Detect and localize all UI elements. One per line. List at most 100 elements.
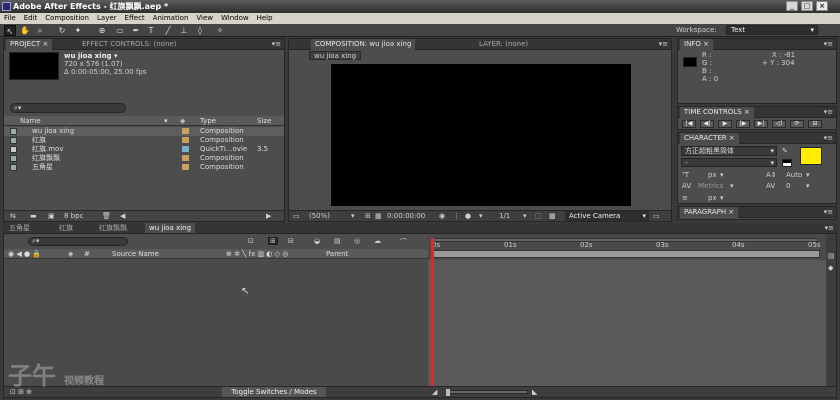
frame-blending-icon[interactable]: ▤ (334, 237, 341, 245)
font-size-unit[interactable]: px (708, 171, 717, 179)
text-tool-icon[interactable]: T (145, 25, 157, 36)
mask-tool-icon[interactable]: ▭ (114, 25, 126, 36)
tab-paragraph[interactable]: PARAGRAPH × (680, 207, 739, 218)
bit-depth-label[interactable]: 8 bpc (64, 212, 83, 220)
tab-composition[interactable]: COMPOSITION: wu jioa xing (311, 39, 416, 50)
minimize-button[interactable]: _ (786, 1, 798, 11)
panel-menu-icon[interactable]: ▾≡ (272, 40, 281, 49)
work-area-bar[interactable] (432, 250, 820, 258)
first-frame-button[interactable]: |◀ (682, 120, 696, 128)
menu-edit[interactable]: Edit (20, 13, 42, 24)
brainstorm-icon[interactable]: ☁ (374, 237, 381, 245)
hand-tool-icon[interactable]: ✋ (19, 25, 31, 36)
resolution-dropdown[interactable]: 1/1 (499, 212, 510, 220)
show-snapshot-icon[interactable]: ⋮ (453, 212, 460, 220)
view-layout-icon[interactable]: ▭ (653, 212, 660, 220)
fill-color-swatch[interactable] (800, 147, 822, 165)
timeline-track-area[interactable] (428, 260, 826, 386)
layer-number-icon[interactable]: # (84, 249, 90, 259)
menu-view[interactable]: View (192, 13, 217, 24)
audio-button[interactable]: ◁) (772, 120, 786, 128)
column-type[interactable]: Type (200, 116, 216, 126)
timeline-zoom-slider[interactable] (448, 390, 528, 394)
camera-view-dropdown[interactable]: Active Camera ▾ (565, 211, 649, 221)
time-ruler[interactable]: 0s 01s 02s 03s 04s 05s (428, 234, 826, 260)
brush-tool-icon[interactable]: ╱ (162, 25, 174, 36)
delete-icon[interactable]: 🗑 (102, 212, 111, 220)
zoom-tool-icon[interactable]: ⌕ (34, 25, 46, 36)
label-swatch[interactable] (182, 137, 189, 143)
tab-character[interactable]: CHARACTER × (680, 133, 739, 144)
menu-window[interactable]: Window (217, 13, 253, 24)
font-family-dropdown[interactable]: 方正超粗黑简体 ▾ (681, 146, 777, 156)
magnification-dropdown[interactable]: (50%) (309, 212, 330, 220)
list-item[interactable]: 红旗飘飘 Composition (4, 154, 284, 163)
ram-preview-button[interactable]: ⊟ (808, 120, 822, 128)
eraser-tool-icon[interactable]: ◊ (194, 25, 206, 36)
current-time-display[interactable]: 0:00:00:00 (387, 212, 425, 220)
scroll-left-icon[interactable]: ◀ (120, 212, 125, 220)
title-safe-icon[interactable]: ⊞ (365, 212, 371, 220)
black-white-swatch[interactable] (782, 159, 792, 167)
selection-tool-icon[interactable]: ↖ (4, 25, 16, 36)
close-window-button[interactable]: × (816, 1, 828, 11)
composition-viewer[interactable] (331, 64, 631, 206)
stroke-width-unit[interactable]: px (708, 194, 717, 202)
graph-editor-icon[interactable]: ⌒ (400, 237, 407, 247)
interpret-footage-icon[interactable]: ⇆ (10, 212, 16, 220)
new-folder-icon[interactable]: ▬ (30, 212, 37, 220)
live-update-icon[interactable]: ⊞ (268, 237, 278, 245)
leading-value[interactable]: Auto (786, 171, 802, 179)
zoom-in-icon[interactable]: ◣ (532, 388, 537, 396)
selected-item-name[interactable]: wu jioa xing ▾ (64, 52, 118, 60)
column-source-name[interactable]: Source Name (112, 249, 159, 259)
always-preview-icon[interactable]: ▭ (293, 212, 300, 220)
previous-frame-button[interactable]: ◀| (700, 120, 714, 128)
tab-timeline-wu-jioa-xing[interactable]: wu jioa xing (145, 223, 196, 233)
draft-3d-icon[interactable]: ⊟ (288, 237, 294, 245)
column-size[interactable]: Size (257, 116, 271, 126)
panel-menu-icon[interactable]: ▾≡ (825, 224, 834, 233)
clone-stamp-tool-icon[interactable]: ⊥ (178, 25, 190, 36)
label-swatch[interactable] (182, 146, 189, 152)
next-frame-button[interactable]: |▶ (736, 120, 750, 128)
menu-animation[interactable]: Animation (149, 13, 193, 24)
transparency-grid-icon[interactable]: ▩ (549, 212, 556, 220)
tab-timeline-hongqipiaopiao[interactable]: 红旗飘飘 (95, 223, 131, 233)
pan-behind-tool-icon[interactable]: ⊕ (96, 25, 108, 36)
list-item[interactable]: 红旗.mov QuickTi...ovie 3.5 (4, 145, 284, 154)
label-swatch[interactable] (182, 155, 189, 161)
timeline-search-input[interactable]: ⌕▾ (28, 237, 128, 246)
menu-layer[interactable]: Layer (93, 13, 121, 24)
motion-blur-icon[interactable]: ◎ (354, 237, 360, 245)
zoom-out-icon[interactable]: ◢ (432, 388, 437, 396)
tracking-value[interactable]: 0 (786, 182, 790, 190)
kerning-value[interactable]: Metrics (698, 182, 723, 190)
menu-effect[interactable]: Effect (121, 13, 149, 24)
puppet-tool-icon[interactable]: ✧ (214, 25, 226, 36)
column-name[interactable]: Name (20, 116, 41, 126)
hide-shy-layers-icon[interactable]: ◒ (314, 237, 320, 245)
toggle-switches-modes-button[interactable]: Toggle Switches / Modes (222, 387, 326, 397)
comp-mini-flowchart-icon[interactable]: ⊡ (248, 237, 254, 245)
scroll-right-icon[interactable]: ▶ (266, 212, 271, 220)
mask-visibility-icon[interactable]: ▦ (375, 212, 382, 220)
layer-list-area[interactable] (4, 260, 428, 386)
current-time-indicator[interactable] (431, 238, 434, 386)
label-column-icon[interactable]: ◈ (180, 116, 185, 126)
comp-subtab[interactable]: wu jioa xing (309, 51, 362, 60)
last-frame-button[interactable]: ▶| (754, 120, 768, 128)
play-button[interactable]: ▶ (718, 120, 732, 128)
panel-menu-icon[interactable]: ▾≡ (824, 208, 833, 217)
tab-timeline-wujiaoxing-cn[interactable]: 五角星 (5, 223, 34, 233)
rotate-tool-icon[interactable]: ↻ (56, 25, 68, 36)
time-navigator-bar[interactable] (432, 238, 818, 242)
comp-button-icon[interactable]: ◆ (828, 264, 833, 272)
list-item[interactable]: 红旗 Composition (4, 136, 284, 145)
label-swatch[interactable] (182, 164, 189, 170)
eyedropper-icon[interactable]: ✎ (782, 147, 788, 155)
menu-file[interactable]: File (0, 13, 20, 24)
project-search-input[interactable]: ⌕▾ (10, 103, 126, 113)
layer-switches-icons[interactable]: ⊕ ✲ ╲ fx ▥ ◐ ◇ ◎ (226, 249, 288, 259)
sort-icon[interactable]: ▾ (164, 116, 168, 126)
